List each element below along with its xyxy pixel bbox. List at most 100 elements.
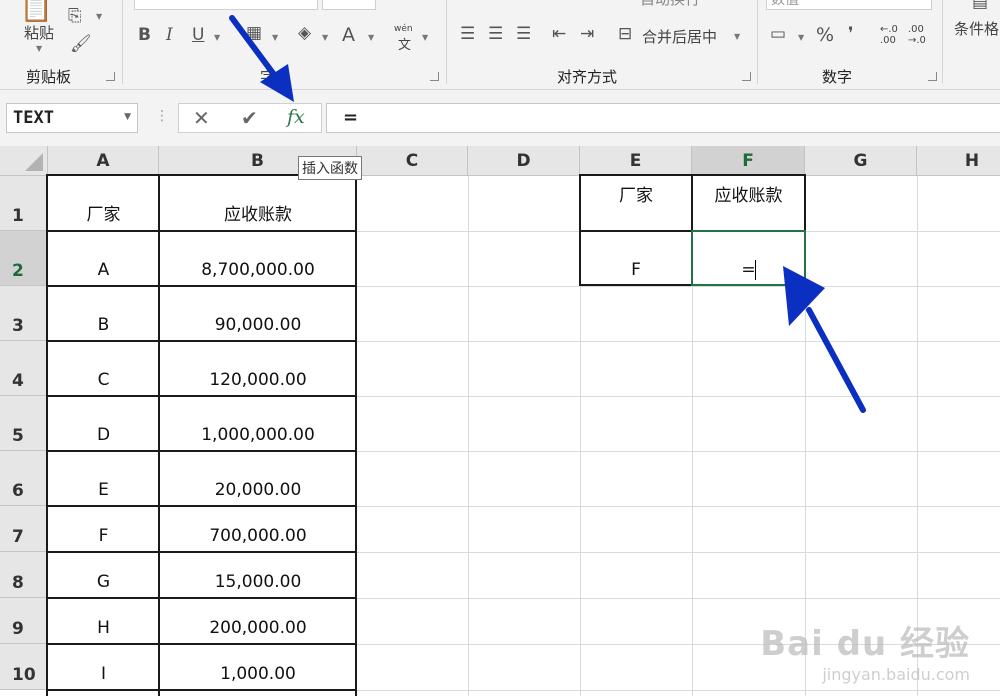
column-header-d[interactable]: D <box>468 146 580 176</box>
decrease-indent-icon[interactable]: ⇤ <box>552 26 566 43</box>
row-header-9[interactable]: 9 <box>0 598 48 644</box>
row-header-5[interactable]: 5 <box>0 396 48 451</box>
column-header-e[interactable]: E <box>580 146 692 176</box>
font-color-button[interactable]: A <box>342 26 355 45</box>
conditional-format-icon[interactable]: ▤ <box>972 0 988 11</box>
font-launcher-icon[interactable] <box>430 72 439 81</box>
ribbon: 📋 粘贴 ▼ ⎘ ▼ 🖌 剪贴板 B I U ▼ ▦ ▼ ◈ ▼ A ▼ wén… <box>0 0 1000 90</box>
table2-vendor-cell[interactable]: F <box>580 231 692 286</box>
phonetic-top[interactable]: wén <box>394 24 413 34</box>
copy-dropdown-icon[interactable]: ▼ <box>96 12 102 21</box>
row-header-10[interactable]: 10 <box>0 644 48 690</box>
accounting-format-icon[interactable]: ▭ <box>770 26 786 43</box>
row-header-6[interactable]: 6 <box>0 451 48 506</box>
increase-decimal-icon[interactable]: ←.0.00 <box>880 24 898 46</box>
copy-icon[interactable]: ⎘ <box>68 8 82 25</box>
table1-amount-cell[interactable]: 120,000.00 <box>159 341 357 396</box>
formula-input[interactable]: = <box>326 103 1000 133</box>
table1-header-receivable[interactable]: 应收账款 <box>159 176 357 231</box>
table1-amount-cell[interactable]: 15,000.00 <box>159 552 357 598</box>
table1-vendor-cell[interactable]: G <box>48 552 159 598</box>
paste-button[interactable]: 粘贴 <box>24 22 54 43</box>
column-header-g[interactable]: G <box>805 146 917 176</box>
column-header-a[interactable]: A <box>48 146 159 176</box>
table2-header-vendor[interactable]: 厂家 <box>580 176 692 220</box>
row-header-7[interactable]: 7 <box>0 506 48 552</box>
merge-dropdown-icon[interactable]: ▼ <box>734 32 740 41</box>
underline-button[interactable]: U <box>192 27 204 44</box>
watermark: Bai du 经验 jingyan.baidu.com <box>760 616 970 684</box>
table1-vendor-cell[interactable]: B <box>48 286 159 341</box>
column-header-f[interactable]: F <box>692 146 805 176</box>
table1-vendor-cell[interactable]: A <box>48 231 159 286</box>
watermark-url: jingyan.baidu.com <box>822 665 970 684</box>
row-header-3[interactable]: 3 <box>0 286 48 341</box>
row-header-label: 7 <box>12 527 24 547</box>
name-box-dropdown-icon[interactable]: ▼ <box>124 112 131 122</box>
wrap-text-button[interactable]: 自动换行 <box>640 0 700 9</box>
percent-button[interactable]: % <box>816 26 834 45</box>
merge-icon[interactable]: ⊟ <box>618 26 632 43</box>
table1-header-vendor[interactable]: 厂家 <box>48 176 159 231</box>
table2-header-receivable[interactable]: 应收账款 <box>692 176 805 220</box>
row-header-8[interactable]: 8 <box>0 552 48 598</box>
comma-style-button[interactable]: ❜ <box>848 26 853 43</box>
row-header-label: 2 <box>12 261 24 281</box>
clipboard-launcher-icon[interactable] <box>106 72 115 81</box>
paste-icon[interactable]: 📋 <box>20 0 52 22</box>
font-size-select[interactable] <box>322 0 376 10</box>
column-header-h[interactable]: H <box>917 146 1000 176</box>
number-format-value: 数值 <box>771 0 799 8</box>
align-left-icon[interactable]: ☰ <box>460 26 475 43</box>
formula-bar: TEXT ▼ ⋮ ✕ ✔ fx = <box>0 90 1000 146</box>
select-all-button[interactable] <box>0 146 48 176</box>
name-box[interactable]: TEXT ▼ <box>6 103 138 133</box>
row-header-label: 6 <box>12 481 24 501</box>
phonetic-dropdown-icon[interactable]: ▼ <box>422 33 428 42</box>
row-header-label: 8 <box>12 573 24 593</box>
worksheet-grid[interactable]: A B C D E F G H 1 2 3 4 5 6 7 8 9 10 厂家 … <box>0 146 1000 696</box>
font-color-dropdown-icon[interactable]: ▼ <box>368 33 374 42</box>
italic-button[interactable]: I <box>166 27 173 44</box>
name-box-value: TEXT <box>13 108 54 128</box>
table1-amount-cell[interactable]: 700,000.00 <box>159 506 357 552</box>
cancel-icon[interactable]: ✕ <box>193 106 210 130</box>
table1-amount-cell[interactable]: 1,000.00 <box>159 644 357 690</box>
column-header-c[interactable]: C <box>357 146 468 176</box>
table1-amount-cell[interactable]: 8,700,000.00 <box>159 231 357 286</box>
resize-handle-icon[interactable]: ⋮ <box>155 108 169 124</box>
paste-dropdown-icon[interactable]: ▼ <box>36 44 42 53</box>
table1-vendor-cell[interactable]: C <box>48 341 159 396</box>
conditional-format-button[interactable]: 条件格 <box>954 18 999 39</box>
alignment-launcher-icon[interactable] <box>742 72 751 81</box>
row-header-1[interactable]: 1 <box>0 176 48 231</box>
row-header-label: 10 <box>12 665 36 685</box>
number-group-label: 数字 <box>822 68 853 86</box>
table1-vendor-cell[interactable]: H <box>48 598 159 644</box>
decrease-decimal-icon[interactable]: .00 →.0 <box>908 24 926 46</box>
fill-color-dropdown-icon[interactable]: ▼ <box>322 33 328 42</box>
table1-amount-cell[interactable]: 20,000.00 <box>159 451 357 506</box>
table1-amount-cell[interactable]: 200,000.00 <box>159 598 357 644</box>
table1-vendor-cell[interactable]: I <box>48 644 159 690</box>
table1-vendor-cell[interactable]: D <box>48 396 159 451</box>
number-launcher-icon[interactable] <box>928 72 937 81</box>
watermark-brand: Bai du 经验 <box>760 624 970 664</box>
table1-amount-cell[interactable]: 1,000,000.00 <box>159 396 357 451</box>
row-header-4[interactable]: 4 <box>0 341 48 396</box>
align-right-icon[interactable]: ☰ <box>516 26 531 43</box>
merge-center-button[interactable]: 合并后居中 <box>642 26 717 47</box>
number-format-select[interactable]: 数值 <box>766 0 932 10</box>
bold-button[interactable]: B <box>138 27 151 44</box>
format-painter-icon[interactable]: 🖌 <box>70 36 92 53</box>
table1-vendor-cell[interactable]: E <box>48 451 159 506</box>
row-header-2[interactable]: 2 <box>0 231 48 286</box>
table1-amount-cell[interactable]: 90,000.00 <box>159 286 357 341</box>
accounting-dropdown-icon[interactable]: ▼ <box>798 33 804 42</box>
row-header-label: 3 <box>12 316 24 336</box>
table1-vendor-cell[interactable]: F <box>48 506 159 552</box>
increase-indent-icon[interactable]: ⇥ <box>580 26 594 43</box>
align-center-icon[interactable]: ☰ <box>488 26 503 43</box>
font-name-select[interactable] <box>134 0 318 10</box>
phonetic-bottom[interactable]: 文 <box>398 34 411 53</box>
